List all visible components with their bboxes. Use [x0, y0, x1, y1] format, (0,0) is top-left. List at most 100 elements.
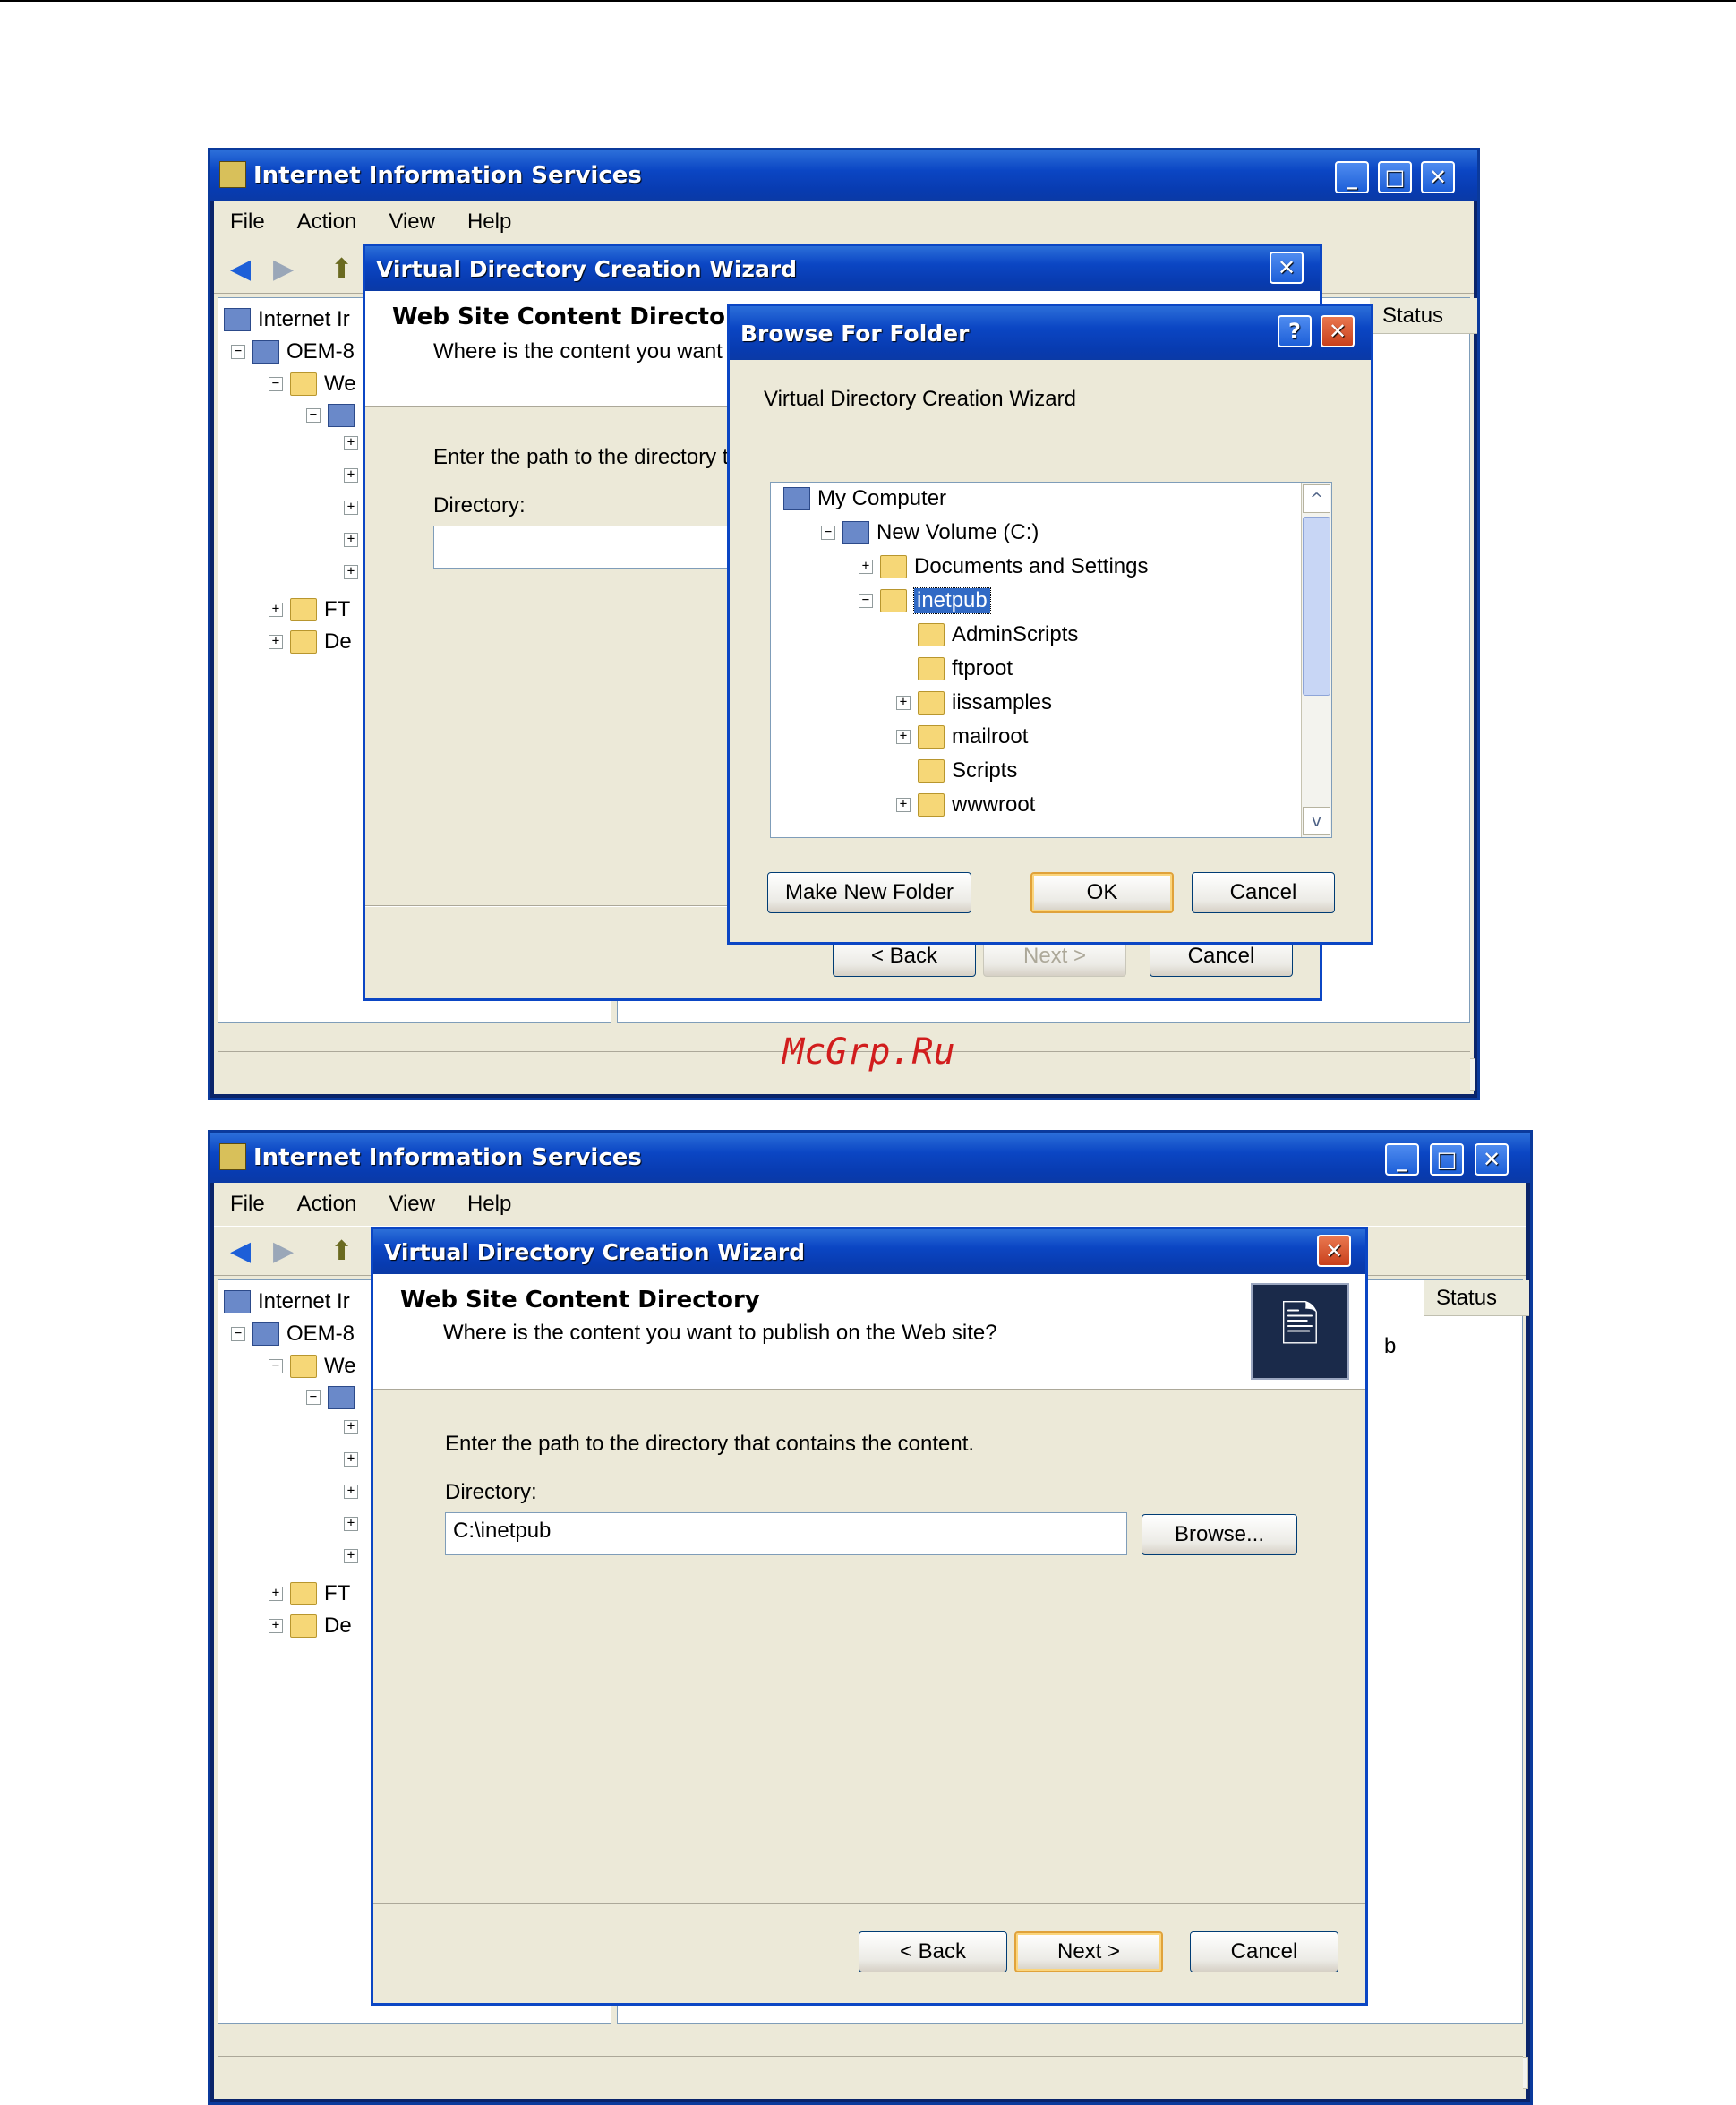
- collapse-icon[interactable]: −: [231, 345, 245, 359]
- directory-input[interactable]: C:\inetpub: [445, 1512, 1127, 1555]
- tree-item-child[interactable]: +: [344, 1420, 358, 1434]
- tree-item-child[interactable]: +: [344, 533, 358, 547]
- collapse-icon[interactable]: −: [821, 526, 835, 540]
- expand-icon[interactable]: +: [344, 468, 358, 483]
- tree-item-websites[interactable]: − We: [269, 1354, 356, 1379]
- menu-view[interactable]: View: [372, 210, 451, 235]
- collapse-icon[interactable]: −: [269, 377, 283, 391]
- cancel-button[interactable]: Cancel: [1190, 1931, 1338, 1972]
- menu-action[interactable]: Action: [281, 210, 373, 235]
- maximize-button[interactable]: □: [1430, 1143, 1464, 1176]
- expand-icon[interactable]: +: [344, 533, 358, 547]
- folder-tree-item[interactable]: ftproot: [896, 656, 1013, 681]
- minimize-button[interactable]: _: [1385, 1143, 1419, 1176]
- tree-item-child[interactable]: +: [344, 1485, 358, 1499]
- expand-icon[interactable]: +: [896, 730, 911, 744]
- tree-item-child[interactable]: +: [344, 1549, 358, 1563]
- folder-tree-item[interactable]: My Computer: [783, 486, 946, 511]
- forward-arrow-icon[interactable]: ▶: [273, 253, 294, 285]
- back-arrow-icon[interactable]: ◀: [230, 253, 251, 285]
- folder-tree-item[interactable]: AdminScripts: [896, 622, 1078, 647]
- expand-icon[interactable]: +: [344, 1549, 358, 1563]
- expand-icon[interactable]: +: [896, 798, 911, 812]
- folder-tree-item[interactable]: + iissamples: [896, 690, 1052, 715]
- back-button[interactable]: < Back: [859, 1931, 1007, 1972]
- directory-input[interactable]: [433, 526, 738, 569]
- wizard-title-bar[interactable]: Virtual Directory Creation Wizard ✕: [373, 1229, 1365, 1274]
- expand-icon[interactable]: +: [344, 1485, 358, 1499]
- tree-item-internet[interactable]: Internet Ir: [224, 307, 350, 332]
- expand-icon[interactable]: +: [344, 1420, 358, 1434]
- menu-file[interactable]: File: [214, 210, 281, 235]
- tree-item-ftp[interactable]: + FT: [269, 1581, 350, 1606]
- menu-action[interactable]: Action: [281, 1192, 373, 1217]
- tree-item-oem[interactable]: − OEM-8: [231, 339, 355, 364]
- expand-icon[interactable]: +: [269, 635, 283, 649]
- collapse-icon[interactable]: −: [306, 408, 321, 423]
- menu-help[interactable]: Help: [451, 210, 527, 235]
- expand-icon[interactable]: +: [344, 1452, 358, 1467]
- forward-arrow-icon[interactable]: ▶: [273, 1236, 294, 1267]
- folder-tree[interactable]: My Computer − New Volume (C:) + Documents an…: [770, 482, 1332, 838]
- expand-icon[interactable]: +: [269, 1619, 283, 1633]
- tree-item-ftp[interactable]: + FT: [269, 597, 350, 622]
- folder-tree-item[interactable]: − New Volume (C:): [821, 520, 1039, 545]
- tree-item-default-site[interactable]: −: [306, 1386, 355, 1409]
- back-arrow-icon[interactable]: ◀: [230, 1236, 251, 1267]
- folder-tree-vertical-scrollbar[interactable]: ^ v: [1301, 483, 1331, 837]
- minimize-button[interactable]: _: [1335, 161, 1369, 193]
- tree-item-default-smtp[interactable]: + De: [269, 1613, 352, 1639]
- browse-button[interactable]: Browse...: [1142, 1514, 1297, 1555]
- help-button[interactable]: ?: [1278, 315, 1312, 347]
- expand-icon[interactable]: +: [344, 436, 358, 450]
- browse-title-bar[interactable]: Browse For Folder ? ✕: [730, 306, 1371, 360]
- column-header-status[interactable]: Status: [1370, 298, 1477, 334]
- browse-cancel-button[interactable]: Cancel: [1192, 872, 1335, 913]
- collapse-icon[interactable]: −: [231, 1327, 245, 1341]
- folder-tree-item[interactable]: − inetpub: [859, 587, 991, 614]
- expand-icon[interactable]: +: [896, 696, 911, 710]
- scroll-thumb[interactable]: [1303, 517, 1330, 696]
- scroll-up-icon[interactable]: ^: [1303, 484, 1330, 513]
- collapse-icon[interactable]: −: [306, 1390, 321, 1405]
- folder-tree-item[interactable]: + Documents and Settings: [859, 554, 1148, 579]
- tree-item-child[interactable]: +: [344, 1517, 358, 1531]
- wizard-close-button[interactable]: ✕: [1317, 1235, 1351, 1267]
- tree-item-child[interactable]: +: [344, 468, 358, 483]
- expand-icon[interactable]: +: [269, 603, 283, 617]
- tree-item-websites[interactable]: − We: [269, 372, 356, 397]
- menu-view[interactable]: View: [372, 1192, 451, 1217]
- folder-tree-item[interactable]: + mailroot: [896, 724, 1028, 749]
- expand-icon[interactable]: +: [344, 565, 358, 579]
- collapse-icon[interactable]: −: [269, 1359, 283, 1373]
- wizard-title-bar[interactable]: Virtual Directory Creation Wizard ✕: [365, 246, 1320, 291]
- tree-item-default-site[interactable]: −: [306, 404, 355, 427]
- wizard-close-button[interactable]: ✕: [1270, 252, 1304, 284]
- expand-icon[interactable]: +: [344, 1517, 358, 1531]
- menu-file[interactable]: File: [214, 1192, 281, 1217]
- tree-item-internet[interactable]: Internet Ir: [224, 1289, 350, 1314]
- folder-tree-item[interactable]: + wwwroot: [896, 792, 1035, 817]
- close-button[interactable]: ✕: [1421, 161, 1455, 193]
- expand-icon[interactable]: +: [344, 501, 358, 515]
- menu-help[interactable]: Help: [451, 1192, 527, 1217]
- browse-close-button[interactable]: ✕: [1321, 315, 1355, 347]
- tree-item-child[interactable]: +: [344, 1452, 358, 1467]
- column-header-status[interactable]: Status: [1424, 1280, 1529, 1316]
- ok-button[interactable]: OK: [1030, 872, 1174, 913]
- tree-item-child[interactable]: +: [344, 436, 358, 450]
- close-button[interactable]: ✕: [1475, 1143, 1509, 1176]
- maximize-button[interactable]: □: [1378, 161, 1412, 193]
- up-folder-icon[interactable]: ⬆: [330, 1236, 353, 1267]
- make-new-folder-button[interactable]: Make New Folder: [767, 872, 971, 913]
- expand-icon[interactable]: +: [859, 560, 873, 574]
- expand-icon[interactable]: +: [269, 1587, 283, 1601]
- tree-item-oem[interactable]: − OEM-8: [231, 1322, 355, 1347]
- scroll-down-icon[interactable]: v: [1303, 807, 1330, 835]
- tree-item-default-smtp[interactable]: + De: [269, 629, 352, 655]
- tree-item-child[interactable]: +: [344, 501, 358, 515]
- iis-window-title-bar[interactable]: Internet Information Services _ □ ✕: [210, 1133, 1530, 1183]
- collapse-icon[interactable]: −: [859, 594, 873, 608]
- tree-item-child[interactable]: +: [344, 565, 358, 579]
- next-button[interactable]: Next >: [1014, 1931, 1163, 1972]
